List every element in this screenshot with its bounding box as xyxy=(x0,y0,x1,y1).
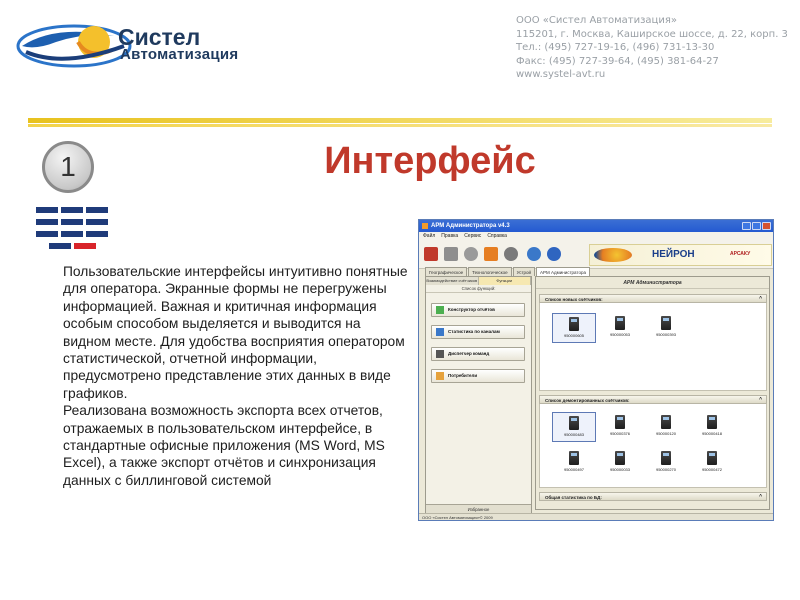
new-meters-list: 950000605 950000053 950000393 xyxy=(539,303,767,391)
meter-icon xyxy=(569,416,579,430)
search-icon[interactable] xyxy=(527,247,541,261)
meter-item[interactable]: 950000033 xyxy=(598,448,642,478)
collapse-icon[interactable]: ^ xyxy=(759,493,762,502)
meter-item[interactable]: 950000376 xyxy=(598,412,642,442)
menu-file[interactable]: Файл xyxy=(423,232,435,241)
users-icon xyxy=(436,372,444,380)
window-titlebar: АРМ Администратора v4.3 xyxy=(419,220,773,232)
functions-list-title: Список функций: xyxy=(426,285,531,293)
page-title: Интерфейс xyxy=(324,140,536,182)
banner-side-logo: АРСАКУ xyxy=(730,251,751,257)
meter-icon xyxy=(615,415,625,429)
header-divider xyxy=(28,118,772,128)
meter-item[interactable]: 950000605 xyxy=(552,313,596,343)
removed-meters-list: 950000483 950000376 950000120 950000418 … xyxy=(539,404,767,488)
meter-item[interactable]: 950000120 xyxy=(644,412,688,442)
meter-item[interactable]: 950000483 xyxy=(552,412,596,442)
company-phone: Тел.: (495) 727-19-16, (496) 731-13-30 xyxy=(516,42,715,53)
meter-icon xyxy=(707,415,717,429)
db-stats-group-header[interactable]: Общая статистика по БД: ^ xyxy=(539,492,767,501)
banner-title: НЕЙРОН xyxy=(652,249,695,260)
meter-item[interactable]: 950000418 xyxy=(690,412,734,442)
meter-icon xyxy=(569,317,579,331)
meter-icon xyxy=(661,415,671,429)
meter-icon xyxy=(569,451,579,465)
menu-help[interactable]: Справка xyxy=(487,232,507,241)
company-name: ООО «Систел Автоматизация» xyxy=(516,15,677,26)
functions-panel: Взаимодействие счётчиков Функции Список … xyxy=(425,276,532,514)
description-paragraph: Пользовательские интерфейсы интуитивно п… xyxy=(63,264,408,401)
tab-geographic[interactable]: Географическое xyxy=(425,267,468,276)
company-fax: Факс: (495) 727-39-64, (495) 381-64-27 xyxy=(516,55,719,67)
company-website: www.systel-avt.ru xyxy=(516,69,606,80)
minimize-icon[interactable] xyxy=(742,222,751,230)
consumers-button[interactable]: Потребители xyxy=(431,369,525,383)
tab-technological[interactable]: Технологическое xyxy=(468,267,512,276)
meter-item[interactable]: 950000053 xyxy=(598,313,642,343)
new-meters-group-header[interactable]: Список новых счётчиков: ^ xyxy=(539,294,767,303)
company-contacts: ООО «Систел Автоматизация» 115201, г. Мо… xyxy=(516,14,788,82)
main-tabs: Географическое Технологическое Устрой АР… xyxy=(425,267,590,276)
toolbar: НЕЙРОН АРСАКУ xyxy=(419,241,773,269)
meter-icon xyxy=(615,451,625,465)
description: Пользовательские интерфейсы интуитивно п… xyxy=(63,263,408,489)
report-icon xyxy=(436,306,444,314)
maximize-icon[interactable] xyxy=(752,222,761,230)
app-icon xyxy=(422,223,428,229)
status-bar: ООО «Систел Автоматизация»© 2009 xyxy=(419,513,773,520)
menu-bar: Файл Правка Сервис Справка xyxy=(419,232,773,241)
app-window-screenshot: АРМ Администратора v4.3 Файл Правка Серв… xyxy=(418,219,774,521)
meter-item[interactable]: 950000497 xyxy=(552,448,596,478)
tab-functions[interactable]: Функции xyxy=(478,277,531,285)
neuron-banner: НЕЙРОН АРСАКУ xyxy=(589,244,772,266)
logo-subtitle: Автоматизация xyxy=(120,46,239,63)
help-icon[interactable] xyxy=(547,247,561,261)
tab-admin[interactable]: АРМ Администратора xyxy=(536,267,590,276)
home-icon[interactable] xyxy=(484,247,498,261)
description-paragraph: Реализована возможность экспорта всех от… xyxy=(63,403,385,488)
stats-icon xyxy=(436,328,444,336)
meter-icon xyxy=(661,316,671,330)
stop-icon[interactable] xyxy=(464,247,478,261)
admin-panel-title: АРМ Администратора xyxy=(536,277,769,289)
refresh-icon[interactable] xyxy=(504,247,518,261)
settings-icon[interactable] xyxy=(444,247,458,261)
report-builder-button[interactable]: Конструктор отчётов xyxy=(431,303,525,317)
window-title: АРМ Администратора v4.3 xyxy=(431,223,510,229)
meter-item[interactable]: 950000393 xyxy=(644,313,688,343)
menu-edit[interactable]: Правка xyxy=(441,232,458,241)
meter-item[interactable]: 950000472 xyxy=(690,448,734,478)
tab-devices[interactable]: Устрой xyxy=(512,267,536,276)
removed-meters-group-header[interactable]: Список демонтированных счётчиков: ^ xyxy=(539,395,767,404)
neuron-logo-icon xyxy=(594,248,632,262)
meter-item[interactable]: 950000270 xyxy=(644,448,688,478)
command-dispatcher-button[interactable]: Диспетчер команд xyxy=(431,347,525,361)
company-address: 115201, г. Москва, Каширское шоссе, д. 2… xyxy=(516,28,788,40)
favorites-tab[interactable]: Избранное xyxy=(426,504,531,513)
meter-icon xyxy=(707,451,717,465)
meter-icon xyxy=(615,316,625,330)
menu-service[interactable]: Сервис xyxy=(464,232,481,241)
exit-icon[interactable] xyxy=(424,247,438,261)
tab-meter-interaction[interactable]: Взаимодействие счётчиков xyxy=(426,277,479,285)
channel-stats-button[interactable]: Статистика по каналам xyxy=(431,325,525,339)
admin-panel: АРМ Администратора Список новых счётчико… xyxy=(535,276,770,510)
close-icon[interactable] xyxy=(762,222,771,230)
dispatcher-icon xyxy=(436,350,444,358)
meter-icon xyxy=(661,451,671,465)
